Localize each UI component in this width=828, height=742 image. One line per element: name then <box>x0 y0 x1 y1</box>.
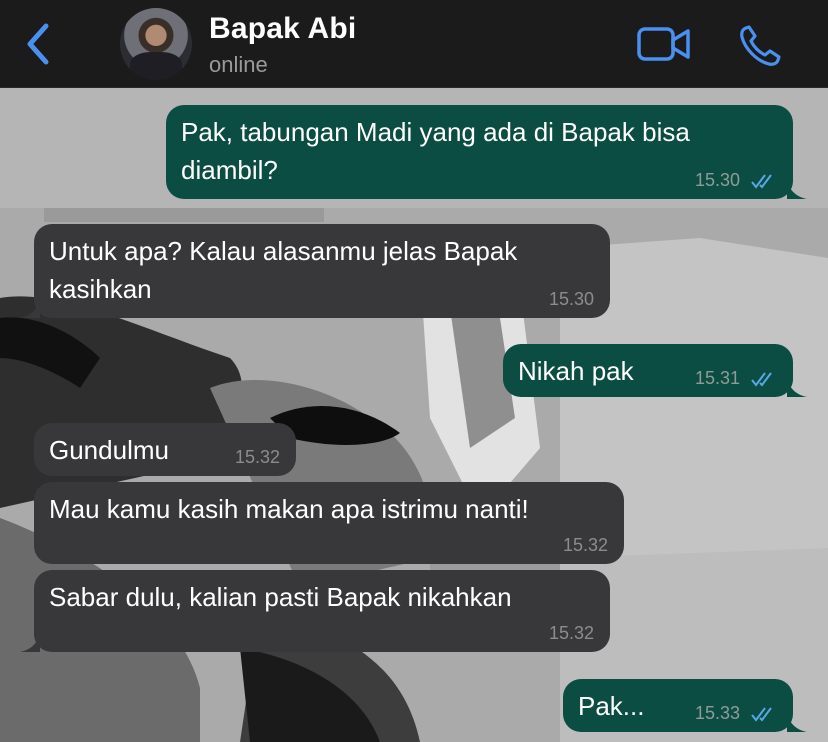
message-bubble-outgoing[interactable]: Pak... 15.33 <box>563 679 807 732</box>
message-time: 15.30 <box>548 289 594 309</box>
message-text: Nikah pak <box>518 356 634 386</box>
back-button[interactable] <box>16 20 64 68</box>
bubble-tail <box>787 712 807 732</box>
contact-status: online <box>209 52 268 77</box>
bubble-tail <box>787 377 807 397</box>
message-bubble-outgoing[interactable]: Pak, tabungan Madi yang ada di Bapak bis… <box>166 105 807 199</box>
message-bubble-incoming[interactable]: Untuk apa? Kalau alasanmu jelas Bapak ka… <box>20 224 610 318</box>
message-time: 15.32 <box>234 447 280 467</box>
bubble-tail <box>20 298 40 318</box>
double-check-icon <box>751 372 772 387</box>
message-text: Pak, tabungan Madi yang ada di Bapak bis… <box>181 117 690 185</box>
message-text: Untuk apa? Kalau alasanmu jelas Bapak ka… <box>49 236 518 304</box>
message-meta: 15.30 <box>695 169 777 191</box>
message-meta: 15.33 <box>695 702 777 724</box>
message-bubble-incoming[interactable]: Sabar dulu, kalian pasti Bapak nikahkan … <box>20 570 610 652</box>
message-time: 15.32 <box>562 535 608 555</box>
message-text: Mau kamu kasih makan apa istrimu nanti! <box>49 494 529 524</box>
video-call-button[interactable] <box>636 22 692 66</box>
message-time: 15.33 <box>694 703 740 723</box>
chevron-left-icon <box>27 23 49 65</box>
message-time: 15.31 <box>694 368 740 388</box>
phone-icon <box>740 25 781 66</box>
avatar[interactable] <box>120 8 192 80</box>
chat-header: Bapak Abi online <box>0 0 828 88</box>
double-check-icon <box>751 174 772 189</box>
double-check-icon <box>751 707 772 722</box>
message-text: Gundulmu <box>49 435 169 465</box>
message-time: 15.32 <box>548 623 594 643</box>
message-bubble-incoming[interactable]: Mau kamu kasih makan apa istrimu nanti! … <box>34 482 624 564</box>
message-meta: 15.31 <box>695 367 777 389</box>
bubble-tail <box>787 179 807 199</box>
message-bubble-incoming[interactable]: Gundulmu 15.32 <box>34 423 296 476</box>
message-time: 15.30 <box>694 170 740 190</box>
video-call-icon <box>637 27 690 61</box>
message-text: Sabar dulu, kalian pasti Bapak nikahkan <box>49 582 512 612</box>
contact-name[interactable]: Bapak Abi <box>209 12 356 46</box>
message-text: Pak... <box>578 691 645 721</box>
voice-call-button[interactable] <box>736 22 784 70</box>
message-bubble-outgoing[interactable]: Nikah pak 15.31 <box>503 344 807 397</box>
chat-area[interactable]: Pak, tabungan Madi yang ada di Bapak bis… <box>0 88 828 742</box>
bubble-tail <box>20 632 40 652</box>
